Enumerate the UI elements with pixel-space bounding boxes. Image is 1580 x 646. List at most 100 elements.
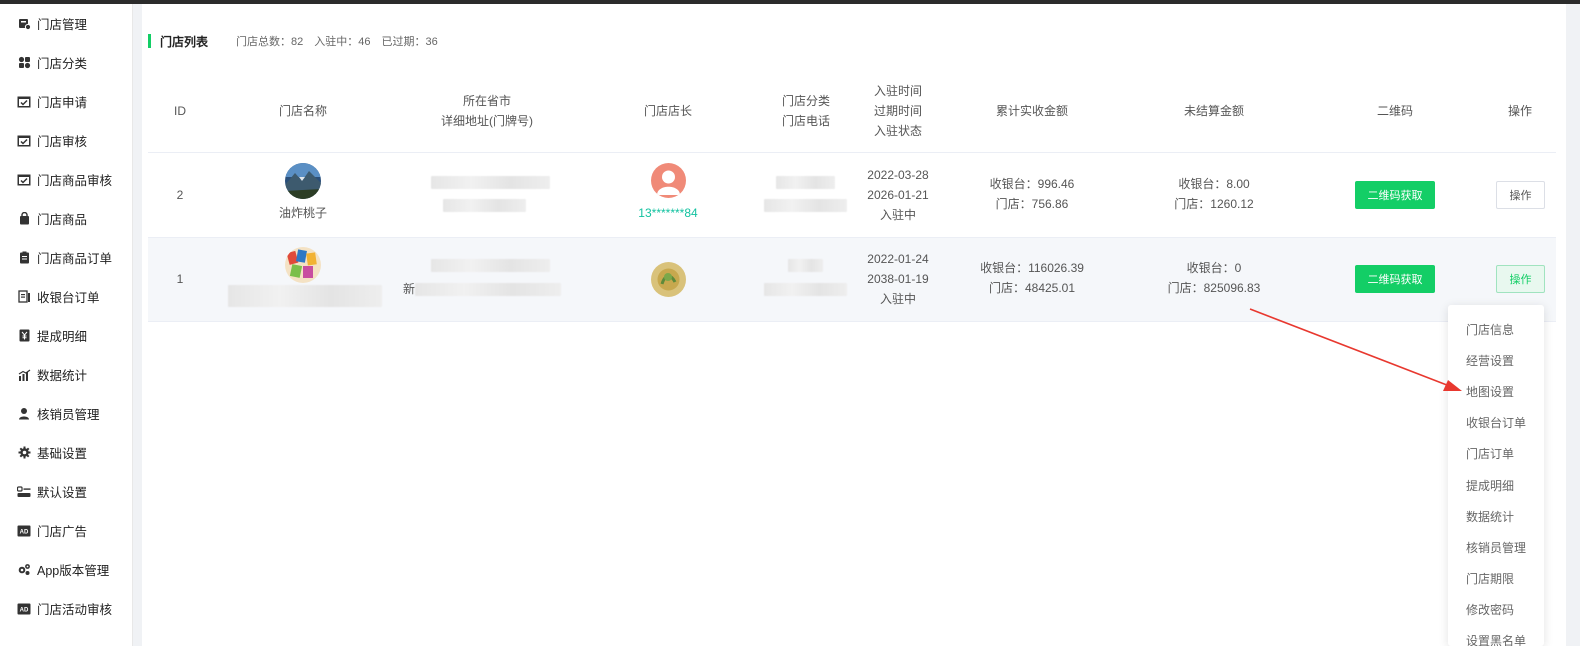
toggle-list-icon (17, 485, 31, 499)
redacted-category (788, 259, 823, 272)
redacted-phone (764, 199, 847, 212)
sidebar-item-label: App版本管理 (37, 564, 110, 578)
ad-icon: AD (17, 524, 31, 538)
menu-item-change-password[interactable]: 修改密码 (1466, 601, 1514, 618)
sidebar-item-label: 门店广告 (37, 525, 88, 539)
menu-item-map-settings[interactable]: 地图设置 (1466, 383, 1514, 400)
sidebar-item-store-products[interactable]: 门店商品 (0, 199, 133, 238)
cell-store-name: 油炸桃子 (278, 206, 327, 220)
stat-expired: 已过期：36 (381, 36, 438, 48)
sidebar-item-verifier-management[interactable]: 核销员管理 (0, 394, 133, 433)
operation-button[interactable]: 操作 (1496, 265, 1545, 293)
sidebar-item-label: 基础设置 (37, 447, 88, 461)
redacted-category (776, 176, 835, 189)
gears-icon (17, 563, 31, 577)
svg-text:AD: AD (20, 529, 29, 535)
page-title: 门店列表 (160, 34, 209, 49)
menu-item-store-orders[interactable]: 门店订单 (1466, 445, 1514, 462)
receipt-icon (17, 290, 31, 304)
menu-item-store-info[interactable]: 门店信息 (1466, 321, 1514, 338)
sidebar-item-label: 门店商品 (37, 213, 88, 227)
col-category: 门店分类 (781, 94, 830, 108)
layout-right-edge (1566, 4, 1580, 646)
menu-item-business-settings[interactable]: 经营设置 (1466, 352, 1514, 369)
sidebar-item-app-version[interactable]: App版本管理 (0, 550, 133, 589)
stat-total: 门店总数：82 (236, 36, 304, 48)
sidebar-item-label: 门店分类 (37, 57, 88, 71)
list-header: 门店列表 门店总数：82 入驻中：46 已过期：36 (148, 33, 449, 49)
bag-icon (17, 212, 31, 226)
sidebar-item-label: 收银台订单 (37, 291, 100, 305)
title-accent-bar (148, 34, 151, 48)
address-prefix: 新 (402, 282, 415, 296)
join-date: 2022-03-28 (867, 168, 929, 182)
menu-item-commission[interactable]: 提成明细 (1466, 477, 1514, 494)
sidebar-item-store-review[interactable]: 门店审核 (0, 121, 133, 160)
stat-active: 入驻中：46 (314, 36, 371, 48)
ad-icon: AD (17, 602, 31, 616)
col-manager: 门店店长 (643, 104, 692, 118)
col-phone: 门店电话 (781, 114, 830, 128)
bar-chart-icon (17, 368, 31, 382)
operation-button[interactable]: 操作 (1496, 181, 1545, 209)
menu-item-store-term[interactable]: 门店期限 (1466, 570, 1514, 587)
row-highlight (148, 238, 1556, 321)
unsettled-store: 门店：1260.12 (1174, 197, 1254, 211)
sidebar-item-store-ads[interactable]: AD 门店广告 (0, 511, 133, 550)
redacted-address (415, 283, 561, 296)
sidebar-item-store-category[interactable]: 门店分类 (0, 43, 133, 82)
operation-dropdown: 门店信息 经营设置 地图设置 收银台订单 门店订单 提成明细 数据统计 核销员管… (1448, 305, 1544, 646)
svg-text:AD: AD (20, 607, 29, 613)
manager-phone: 13*******84 (638, 206, 698, 220)
unsettled-cashier: 收银台：0 (1186, 261, 1242, 275)
col-qrcode: 二维码 (1376, 104, 1413, 118)
row-separator (148, 321, 1556, 322)
col-id: ID (174, 104, 186, 118)
sidebar-item-store-management[interactable]: 门店管理 (0, 4, 133, 43)
row-separator (148, 152, 1556, 153)
layout-gutter (133, 4, 142, 646)
menu-item-statistics[interactable]: 数据统计 (1466, 508, 1514, 525)
sidebar-item-activity-review[interactable]: AD 门店活动审核 (0, 589, 133, 628)
sidebar: 门店管理 门店分类 门店申请 门店审核 门店商品审核 门店商品 门店商品订单 收… (0, 4, 133, 646)
col-expire-time: 过期时间 (873, 104, 922, 118)
store-avatar (285, 247, 321, 283)
sidebar-item-basic-settings[interactable]: 基础设置 (0, 433, 133, 472)
redacted-address (443, 199, 526, 212)
manager-avatar (651, 163, 686, 198)
sidebar-item-commission[interactable]: 提成明细 (0, 316, 133, 355)
clipboard-icon (17, 251, 31, 265)
menu-item-cashier-orders[interactable]: 收银台订单 (1466, 414, 1526, 431)
category-icon (17, 56, 31, 70)
qrcode-button[interactable]: 二维码获取 (1355, 265, 1435, 293)
sidebar-item-label: 门店申请 (37, 96, 88, 110)
yen-icon (17, 329, 31, 343)
total-store: 门店：756.86 (995, 197, 1069, 211)
col-join-status: 入驻状态 (873, 124, 922, 138)
col-city: 所在省市 (462, 94, 511, 108)
sidebar-item-label: 提成明细 (37, 330, 88, 344)
redacted-store-name (228, 285, 382, 307)
sidebar-item-product-orders[interactable]: 门店商品订单 (0, 238, 133, 277)
store-icon (17, 17, 31, 31)
menu-item-blacklist[interactable]: 设置黑名单 (1466, 632, 1526, 646)
sidebar-item-default-settings[interactable]: 默认设置 (0, 472, 133, 511)
col-unsettled: 未结算金额 (1183, 104, 1244, 118)
total-store: 门店：48425.01 (988, 281, 1076, 295)
gear-icon (17, 446, 31, 460)
manager-avatar (651, 262, 686, 297)
menu-item-verifier-management[interactable]: 核销员管理 (1466, 539, 1526, 556)
sidebar-item-product-review[interactable]: 门店商品审核 (0, 160, 133, 199)
col-actions: 操作 (1507, 104, 1532, 118)
sidebar-item-label: 数据统计 (37, 369, 88, 383)
unsettled-cashier: 收银台：8.00 (1178, 177, 1250, 191)
sidebar-item-store-application[interactable]: 门店申请 (0, 82, 133, 121)
redacted-city (431, 176, 550, 189)
unsettled-store: 门店：825096.83 (1167, 281, 1261, 295)
sidebar-item-statistics[interactable]: 数据统计 (0, 355, 133, 394)
qrcode-button[interactable]: 二维码获取 (1355, 181, 1435, 209)
sidebar-item-cashier-orders[interactable]: 收银台订单 (0, 277, 133, 316)
inbox-check-icon (17, 95, 31, 109)
store-avatar (285, 163, 321, 199)
inbox-check-icon (17, 134, 31, 148)
